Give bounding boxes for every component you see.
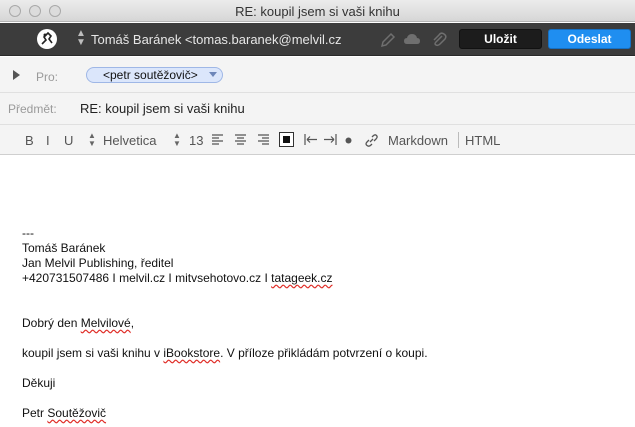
font-stepper-icon[interactable]: ▲ ▼ (88, 132, 96, 148)
italic-button[interactable]: I (46, 133, 50, 148)
sender-last: Soutěžovič (47, 406, 107, 420)
window-title: RE: koupil jsem si vaši knihu (235, 4, 400, 19)
signature-contacts: +420731507486 I melvil.cz I mitvsehotovo… (22, 271, 333, 286)
expand-fields-icon[interactable] (13, 70, 20, 80)
pencil-icon[interactable] (379, 31, 397, 49)
contacts-text: +420731507486 I melvil.cz I mitvsehotovo… (22, 271, 272, 285)
html-toggle[interactable]: HTML (465, 133, 500, 148)
format-bar: B I U ▲ ▼ Helvetica ▲ ▼ 13 Markdown HTML (0, 125, 635, 155)
title-bar: RE: koupil jsem si vaši knihu (0, 0, 635, 22)
greeting-comma: , (130, 316, 135, 330)
to-label: Pro: (36, 70, 59, 84)
signature-separator: --- (22, 226, 34, 240)
message-line: koupil jsem si vaši knihu v iBookstore. … (22, 346, 428, 361)
from-selector-icon[interactable]: ▲ ▼ (76, 29, 86, 48)
message-text: koupil jsem si vaši knihu v (22, 346, 164, 360)
message-text-end: . V příloze přikládám potvrzení o koupi. (220, 346, 428, 360)
indent-icon[interactable] (323, 133, 337, 146)
font-select[interactable]: Helvetica (103, 133, 156, 148)
sender-first: Petr (22, 406, 48, 420)
paperclip-icon[interactable] (430, 31, 448, 49)
cloud-icon[interactable] (403, 31, 421, 49)
sender-line: Petr Soutěžovič (22, 406, 106, 421)
justify-icon[interactable] (279, 132, 294, 147)
save-button[interactable]: Uložit (459, 29, 542, 49)
bullet-icon[interactable] (345, 137, 352, 144)
send-button[interactable]: Odeslat (548, 29, 631, 49)
logo-icon (37, 29, 57, 49)
from-account[interactable]: Tomáš Baránek <tomas.baranek@melvil.cz (91, 32, 342, 47)
subject-field[interactable]: RE: koupil jsem si vaši knihu (80, 101, 245, 116)
align-center-icon[interactable] (234, 133, 247, 146)
store-name: iBookstore (163, 346, 221, 360)
thanks-line: Děkuji (22, 376, 56, 390)
link-icon[interactable] (364, 133, 379, 148)
signature-name: Tomáš Baránek (22, 241, 106, 255)
align-right-icon[interactable] (257, 133, 270, 146)
chevron-down-icon[interactable] (208, 72, 217, 77)
compose-toolbar: ▲ ▼ Tomáš Baránek <tomas.baranek@melvil.c… (0, 23, 635, 56)
recipient-token-label: <petr soutěžovič> (103, 68, 198, 82)
underline-button[interactable]: U (64, 133, 73, 148)
subject-label: Předmět: (8, 102, 57, 116)
outdent-icon[interactable] (304, 133, 318, 146)
bold-button[interactable]: B (25, 133, 34, 148)
greeting-text: Dobrý den (22, 316, 81, 330)
greeting-name: Melvilové (80, 316, 131, 330)
size-select[interactable]: 13 (189, 133, 203, 148)
tatageek-link[interactable]: tatageek.cz (271, 271, 332, 285)
size-stepper-icon[interactable]: ▲ ▼ (173, 132, 181, 148)
align-left-icon[interactable] (211, 133, 224, 146)
subject-row: Předmět: RE: koupil jsem si vaši knihu (0, 93, 635, 125)
greeting-line: Dobrý den Melvilové, (22, 316, 134, 331)
markdown-toggle[interactable]: Markdown (388, 133, 448, 148)
format-separator (458, 132, 459, 148)
signature-role: Jan Melvil Publishing, ředitel (22, 256, 174, 270)
recipient-token[interactable]: <petr soutěžovič> (86, 67, 223, 83)
to-row: Pro: <petr soutěžovič> (0, 57, 635, 93)
